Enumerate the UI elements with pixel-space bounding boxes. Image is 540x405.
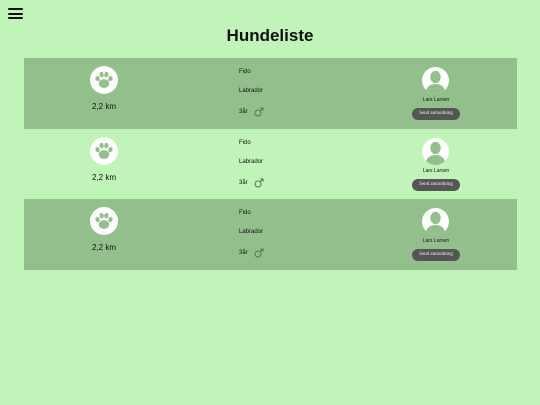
dog-name: Fido <box>239 210 251 216</box>
owner-name: Lars Larsen <box>422 167 450 174</box>
dog-breed: Labrador <box>239 158 264 165</box>
dog-age-row: 3år <box>239 107 264 117</box>
send-request-button[interactable]: Send anmodning <box>412 249 460 261</box>
dog-breed: Labrador <box>239 229 264 235</box>
hamburger-menu-icon[interactable] <box>8 8 23 19</box>
dog-list: 2,2 km Fido Labrador 3år Lars Larsen Sen… <box>24 58 517 270</box>
owner-name: Lars Larsen <box>422 97 450 103</box>
page-title: Hundeliste <box>226 26 314 45</box>
male-icon <box>254 178 264 188</box>
owner-avatar-icon <box>422 137 449 165</box>
dog-list-item[interactable]: 2,2 km Fido Labrador 3år Lars Larsen Sen… <box>24 58 517 129</box>
dog-list-item[interactable]: 2,2 km Fido Labrador 3år Lars Larsen Sen… <box>24 199 517 270</box>
paw-icon <box>90 136 118 165</box>
dog-age: 3år <box>239 109 248 115</box>
dog-name: Fido <box>239 139 251 146</box>
owner-name: Lars Larsen <box>422 238 450 244</box>
owner-avatar-icon <box>422 208 449 235</box>
distance-label: 2,2 km <box>91 172 116 182</box>
dog-age-row: 3år <box>239 178 264 188</box>
distance-label: 2,2 km <box>91 243 116 252</box>
owner-avatar-icon <box>422 67 449 94</box>
dog-list-item[interactable]: 2,2 km Fido Labrador 3år Lars Larsen Sen… <box>24 128 517 199</box>
send-request-button[interactable]: Send anmodning <box>412 108 460 120</box>
male-icon <box>254 107 264 117</box>
dog-age: 3år <box>239 250 248 256</box>
male-icon <box>254 248 264 258</box>
dog-name: Fido <box>239 69 251 75</box>
send-request-button[interactable]: Send anmodning <box>412 178 460 191</box>
dog-age: 3år <box>239 179 248 186</box>
paw-icon <box>90 207 118 235</box>
distance-label: 2,2 km <box>91 102 116 111</box>
dog-breed: Labrador <box>239 88 264 94</box>
paw-icon <box>90 66 118 94</box>
dog-age-row: 3år <box>239 248 264 258</box>
